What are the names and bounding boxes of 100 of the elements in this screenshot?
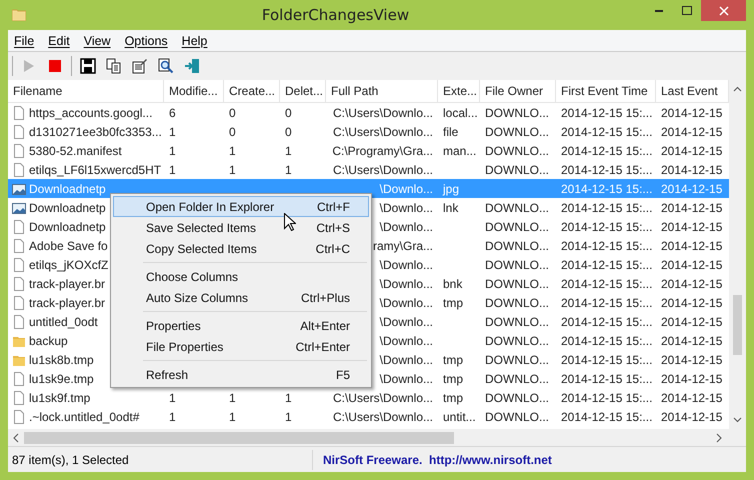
table-cell[interactable]: lu1sk9e.tmp: [29, 372, 94, 386]
table-cell: 2014-12-15: [661, 314, 722, 328]
table-cell: 2014-12-15 15:...: [561, 106, 652, 120]
table-cell: tmp: [443, 372, 464, 386]
table-cell: 2014-12-15 15:...: [561, 258, 652, 272]
table-cell: 2014-12-15 15:...: [561, 390, 652, 404]
column-header[interactable]: Create...: [224, 80, 280, 102]
table-cell: 2014-12-15 15:...: [561, 182, 652, 196]
table-cell: \Downlo...: [380, 334, 433, 348]
table-cell: 1: [169, 390, 176, 404]
table-cell: 2014-12-15: [661, 258, 722, 272]
scroll-down-icon[interactable]: [733, 417, 742, 423]
table-cell: DOWNLO...: [485, 238, 550, 252]
image-file-icon: [12, 182, 26, 196]
file-icon: [12, 390, 26, 404]
table-cell: DOWNLO...: [485, 124, 550, 138]
table-cell: 2014-12-15: [661, 124, 722, 138]
column-header[interactable]: Modifie...: [164, 80, 224, 102]
image-file-icon: [12, 200, 26, 214]
table-cell[interactable]: etilqs_LF6l15xwercd5HT: [29, 162, 162, 176]
table-cell: 2014-12-15: [661, 390, 722, 404]
column-header[interactable]: File Owner: [480, 80, 556, 102]
context-menu-item[interactable]: Auto Size Columns Ctrl+Plus: [113, 287, 369, 308]
table-cell: \Downlo...: [380, 220, 433, 234]
table-cell[interactable]: Adobe Save fo: [29, 238, 108, 252]
table-cell[interactable]: Downloadnetp: [29, 200, 106, 214]
scroll-up-icon[interactable]: [733, 86, 742, 92]
table-cell[interactable]: lu1sk8b.tmp: [29, 352, 94, 366]
close-icon: [718, 6, 728, 16]
credit-link[interactable]: NirSoft Freeware. http://www.nirsoft.net: [323, 452, 552, 466]
column-header[interactable]: Full Path: [326, 80, 438, 102]
table-cell: 1: [169, 124, 176, 138]
toolbar-button[interactable]: [130, 56, 150, 76]
toolbar-button[interactable]: [156, 56, 176, 76]
table-cell: 1: [229, 390, 236, 404]
menu-item[interactable]: File: [14, 34, 34, 48]
table-cell: 2014-12-15: [661, 182, 722, 196]
menu-item[interactable]: Help: [182, 34, 208, 48]
context-menu-item[interactable]: Refresh F5: [113, 364, 369, 385]
toolbar-button[interactable]: [78, 56, 98, 76]
table-cell[interactable]: etilqs_jKOXcfZ: [29, 258, 108, 272]
table-cell: 2014-12-15 15:...: [561, 372, 652, 386]
menu-item[interactable]: Edit: [48, 34, 70, 48]
table-cell: file: [443, 124, 458, 138]
file-icon: [12, 372, 26, 386]
close-button[interactable]: [701, 0, 746, 21]
context-menu-item[interactable]: Open Folder In Explorer Ctrl+F: [113, 196, 369, 217]
scroll-right-icon[interactable]: [714, 432, 724, 442]
table-cell[interactable]: lu1sk9f.tmp: [29, 390, 90, 404]
table-cell[interactable]: https_accounts.googl...: [29, 106, 152, 120]
table-cell: C:\Users\Downlo...: [332, 410, 433, 424]
table-cell[interactable]: untitled_0odt: [29, 314, 98, 328]
scrollbar-thumb[interactable]: [733, 294, 742, 354]
table-cell: DOWNLO...: [485, 220, 550, 234]
table-cell[interactable]: backup: [29, 334, 68, 348]
table-cell: C:\Users\Downlo...: [332, 390, 433, 404]
table-cell: 1: [169, 144, 176, 158]
item-count: 87 item(s), 1 Selected: [11, 452, 130, 466]
table-cell[interactable]: track-player.br: [29, 276, 106, 290]
table-cell: DOWNLO...: [485, 144, 550, 158]
column-header[interactable]: Filename: [8, 80, 164, 102]
horizontal-scrollbar[interactable]: [8, 429, 746, 446]
table-cell: 2014-12-15 15:...: [561, 124, 652, 138]
menu-item[interactable]: View: [84, 34, 111, 48]
table-cell: C:\Users\Downlo...: [332, 106, 433, 120]
file-icon: [12, 314, 26, 328]
table-cell: 2014-12-15: [661, 334, 722, 348]
scroll-left-icon[interactable]: [11, 432, 21, 442]
table-cell: bnk: [443, 276, 462, 290]
table-cell: \Downlo...: [380, 276, 433, 290]
file-icon: [12, 162, 26, 176]
table-cell[interactable]: 5380-52.manifest: [29, 144, 122, 158]
context-menu-item[interactable]: Properties Alt+Enter: [113, 315, 369, 336]
properties-icon: [132, 58, 148, 74]
table-cell[interactable]: Downloadnetp: [29, 220, 106, 234]
column-header[interactable]: First Event Time: [556, 80, 656, 102]
context-menu-item[interactable]: File Properties Ctrl+Enter: [113, 336, 369, 357]
table-cell: \Downlo...: [380, 372, 433, 386]
table-cell: 1: [285, 162, 292, 176]
table-cell: 2014-12-15 15:...: [561, 296, 652, 310]
table-cell[interactable]: track-player.br: [29, 296, 106, 310]
table-cell[interactable]: .~lock.untitled_0odt#: [29, 410, 140, 424]
table-cell: DOWNLO...: [485, 106, 550, 120]
copy-icon: [106, 58, 122, 74]
table-cell: 1: [285, 144, 292, 158]
folder-icon: [12, 9, 26, 21]
scrollbar-thumb[interactable]: [24, 432, 454, 444]
column-header[interactable]: Exte...: [438, 80, 480, 102]
table-cell: ramy\Gra...: [372, 238, 433, 252]
context-menu-item[interactable]: Save Selected Items Ctrl+S: [113, 217, 369, 238]
menu-item[interactable]: Options: [124, 34, 168, 48]
column-header[interactable]: Delet...: [280, 80, 326, 102]
exit-door-icon: [184, 58, 200, 74]
context-menu-item[interactable]: Copy Selected Items Ctrl+C: [113, 238, 369, 259]
table-cell[interactable]: d1310271ee3b0fc3353...: [29, 124, 162, 138]
file-icon: [12, 296, 26, 310]
table-cell: 2014-12-15: [661, 106, 722, 120]
table-cell: tmp: [443, 296, 464, 310]
context-menu-item[interactable]: Choose Columns: [113, 266, 369, 287]
table-cell: 2014-12-15: [661, 276, 722, 290]
